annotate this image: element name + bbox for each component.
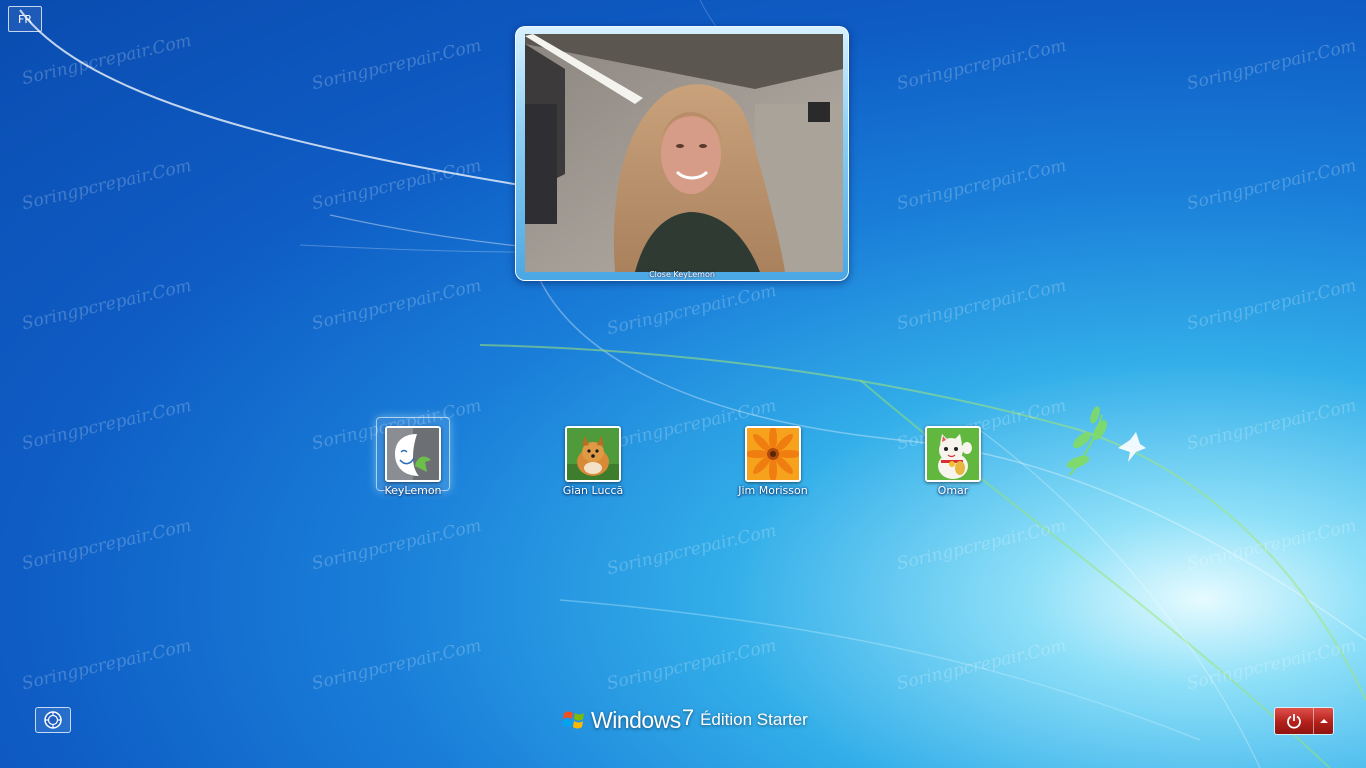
shutdown-control (1274, 707, 1334, 735)
lucky-cat-picture-icon (925, 426, 981, 482)
keylemon-logo-icon (385, 426, 441, 482)
user-picture-frame (917, 418, 989, 490)
ease-of-access-button[interactable] (35, 707, 71, 733)
user-tile-jim-morisson[interactable]: Jim Morisson (708, 418, 838, 518)
dove-decoration (1118, 432, 1146, 462)
power-icon (1287, 714, 1301, 729)
user-picture-frame (377, 418, 449, 490)
windows-branding: Windows 7 Édition Starter (563, 704, 808, 736)
leaf-decoration (1066, 406, 1107, 476)
close-keylemon-link[interactable]: Close KeyLemon (516, 269, 848, 280)
user-picture-frame (557, 418, 629, 490)
user-name: KeyLemon (384, 484, 442, 497)
webcam-image (525, 34, 843, 272)
user-picture-frame (737, 418, 809, 490)
user-name: Omar (937, 484, 969, 497)
ease-of-access-icon (44, 711, 62, 729)
user-name: Gian Luccā (562, 484, 624, 497)
shutdown-button[interactable] (1275, 708, 1313, 734)
user-tile-omar[interactable]: Omar (888, 418, 1018, 518)
webcam-video (525, 34, 843, 272)
user-tile-gian-lucca[interactable]: Gian Luccā (528, 418, 658, 518)
product-name: Windows (591, 706, 681, 733)
chevron-up-icon (1319, 719, 1328, 723)
windows-logo-icon (563, 711, 584, 729)
product-edition: Édition Starter (700, 710, 808, 729)
dog-picture-icon (565, 426, 621, 482)
user-name: Jim Morisson (738, 484, 808, 497)
flower-picture-icon (745, 426, 801, 482)
shutdown-options-button[interactable] (1313, 708, 1333, 734)
language-button[interactable]: FR (8, 6, 42, 32)
webcam-preview: Close KeyLemon (515, 26, 849, 281)
product-version: 7 (681, 705, 695, 730)
user-tile-keylemon[interactable]: KeyLemon (348, 418, 478, 518)
